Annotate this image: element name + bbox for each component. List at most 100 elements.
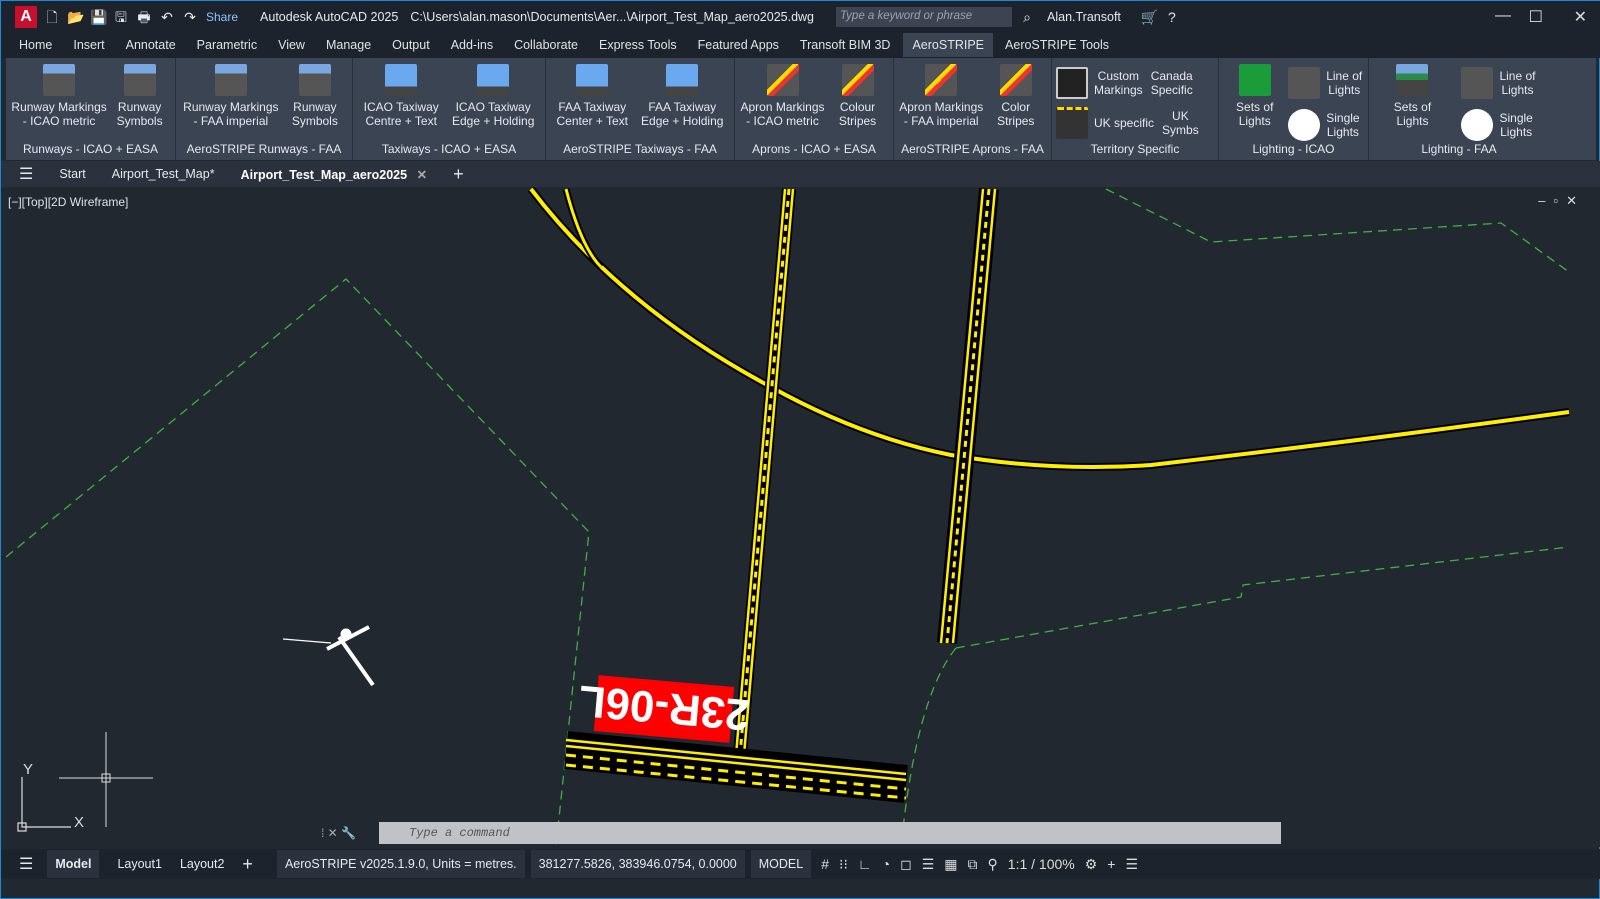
runway-icon [123,64,156,96]
runway-label-sign: 23R-06L [577,675,752,743]
menu-tab-annotate[interactable]: Annotate [126,33,176,57]
command-input[interactable]: Type a command [379,822,1281,844]
sets-of-lights-icon [1238,64,1271,96]
menu-tab-insert[interactable]: Insert [73,33,104,57]
search-input[interactable]: Type a keyword or phrase [836,6,1013,27]
menu-icon[interactable]: ☰ [19,164,33,184]
maximize-button[interactable]: ☐ [1529,7,1543,27]
snap-icon[interactable]: ⁝⁝ [839,856,848,873]
document-tabs: ☰ Start Airport_Test_Map* Airport_Test_M… [1,161,1600,187]
taxiway-edge-2 [937,188,999,644]
save-as-icon[interactable]: 🖫 [113,9,129,25]
redo-icon[interactable]: ↷ [182,9,198,25]
new-icon[interactable]: 🗋 [44,9,60,25]
tab-layout2[interactable]: Layout2 [180,857,224,871]
canada-specific-tool[interactable]: Canada Specific [1151,64,1193,102]
tab-model[interactable]: Model [47,850,100,878]
custom-markings-tool[interactable]: Custom Markings [1056,64,1143,102]
crosshair-cursor [59,732,153,827]
open-icon[interactable]: 📂 [67,9,84,25]
settings-icon[interactable]: ⚙ [1085,856,1098,873]
apron-icon [925,64,958,96]
model-space-toggle[interactable]: MODEL [750,850,812,878]
ucs-icon [17,777,71,832]
tab-airport-test-map-aero2025[interactable]: Airport_Test_Map_aero2025 ✕ [241,167,427,182]
command-close-icon[interactable]: ⁞ ✕ 🔧 [321,826,356,840]
annotation-icon[interactable]: ⚲ [988,856,998,873]
sets-of-lights-icon [1396,64,1429,96]
menu-tab-express-tools[interactable]: Express Tools [599,33,677,57]
menu-tab-parametric[interactable]: Parametric [197,33,257,57]
cart-icon[interactable]: 🛒 [1141,9,1158,25]
version-info: AeroSTRIPE v2025.1.9.0, Units = metres. [276,850,525,878]
boundary-left [5,278,590,847]
annotation-scale[interactable]: 1:1 / 100% [1008,856,1075,872]
viewport-window-controls[interactable]: –▫✕ [1538,193,1585,209]
menu-tab-featured-apps[interactable]: Featured Apps [698,33,779,57]
close-tab-icon[interactable]: ✕ [417,168,427,182]
line-of-lights-icon [1461,67,1494,99]
single-light-icon [1288,109,1321,141]
user-menu[interactable]: Alan.Transoft [1047,10,1121,24]
menu-tab-manage[interactable]: Manage [326,33,371,57]
aircraft-symbol [282,625,375,687]
line-of-lights-icao-tool[interactable]: Line of Lights [1288,64,1362,102]
save-icon[interactable]: 💾 [90,9,107,25]
runway-icon [43,64,76,96]
add-layout-button[interactable]: + [242,854,253,875]
menu-tab-aerostripe-tools[interactable]: AeroSTRIPE Tools [1005,33,1109,57]
menu-tab-add-ins[interactable]: Add-ins [451,33,493,57]
panel-4: Apron Markings - ICAO metric Colour Stri… [735,58,894,160]
file-path: C:\Users\alan.mason\Documents\Aer...\Air… [410,9,815,24]
tab-airport-test-map[interactable]: Airport_Test_Map* [112,167,215,181]
single-lights-faa-tool[interactable]: Single Lights [1461,106,1535,144]
taxiway-icon [576,64,609,96]
uk-specific-icon [1056,107,1088,139]
panel-0: Runway Markings - ICAO metric Runway Sym… [6,58,176,160]
custom-markings-icon [1056,67,1088,99]
lineweight-icon[interactable]: ☰ [922,856,935,873]
tab-layout1[interactable]: Layout1 [117,857,161,871]
customize-icon[interactable]: ☰ [1125,856,1138,873]
grid-icon[interactable]: # [821,856,829,872]
autocad-logo[interactable]: A [15,5,37,28]
share-button[interactable]: Share [206,10,238,24]
help-icon[interactable]: ? [1164,9,1180,25]
print-icon[interactable]: 🖶 [136,9,152,25]
viewport-controls-label[interactable]: [−][Top][2D Wireframe] [8,195,128,209]
menu-tab-collaborate[interactable]: Collaborate [514,33,578,57]
menu-tab-transoft-bim-3d[interactable]: Transoft BIM 3D [800,33,891,57]
panel-1: Runway Markings - FAA imperial Runway Sy… [176,58,353,160]
search-icon[interactable]: ⌕ [1019,9,1035,25]
menu-icon[interactable]: ☰ [19,854,33,874]
polar-icon[interactable]: ◔ [882,856,890,872]
transparency-icon[interactable]: ▦ [944,856,957,873]
apron-icon [766,64,799,96]
boundary-right [955,546,1570,649]
command-line: ⁞ ✕ 🔧 Type a command [319,821,1281,845]
ortho-icon[interactable]: ∟ [858,856,872,872]
minimize-button[interactable]: — [1495,7,1511,25]
apron-icon [841,64,874,96]
undo-icon[interactable]: ↶ [159,9,175,25]
panel-3: FAA Taxiway Center + Text FAA Taxiway Ed… [546,58,735,160]
line-of-lights-faa-tool[interactable]: Line of Lights [1461,64,1536,102]
new-tab-button[interactable]: + [453,164,464,185]
tab-start[interactable]: Start [59,167,85,181]
menu-tab-aerostripe[interactable]: AeroSTRIPE [903,33,994,57]
uk-symbs-tool[interactable]: UK Symbs [1162,104,1199,142]
taxiway-edge-1 [733,188,796,756]
uk-specific-tool[interactable]: UK specific [1056,104,1154,142]
app-title: Autodesk AutoCAD 2025 [260,9,399,24]
selection-cycling-icon[interactable]: ⧉ [968,856,978,873]
plus-icon[interactable]: + [1107,856,1115,872]
single-lights-icao-tool[interactable]: Single Lights [1288,106,1362,144]
menu-tab-view[interactable]: View [278,33,305,57]
menu-tab-home[interactable]: Home [19,33,52,57]
drawing-viewport[interactable]: 23R-06L Y X [−][Top][2D Wireframe] –▫✕ [1,187,1600,847]
close-button[interactable]: ✕ [1574,7,1587,27]
runway-icon [214,64,247,96]
osnap-icon[interactable]: ◻ [900,856,912,873]
taxiway-icon [385,64,418,96]
menu-tab-output[interactable]: Output [392,33,430,57]
